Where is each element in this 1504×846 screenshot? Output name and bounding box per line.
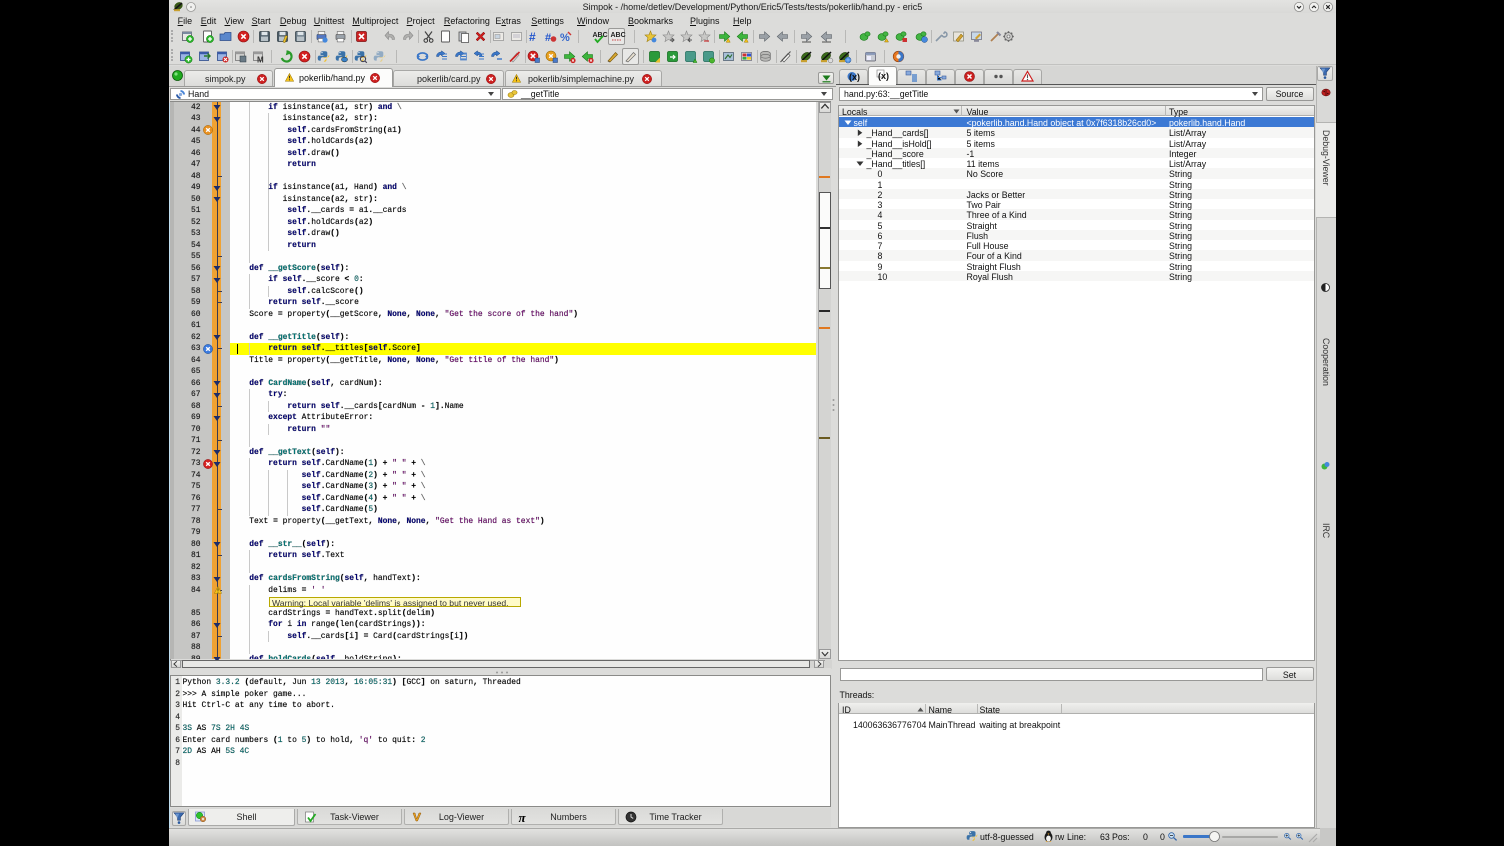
svg-text:(x): (x) bbox=[878, 71, 889, 81]
svg-text:π: π bbox=[519, 810, 527, 825]
svg-text:M: M bbox=[257, 56, 264, 65]
svg-text:#: # bbox=[545, 32, 551, 44]
svg-text:(x): (x) bbox=[849, 72, 860, 82]
svg-text:#: # bbox=[529, 30, 536, 44]
svg-text:ABC: ABC bbox=[611, 32, 626, 39]
svg-text:%: % bbox=[560, 32, 570, 44]
